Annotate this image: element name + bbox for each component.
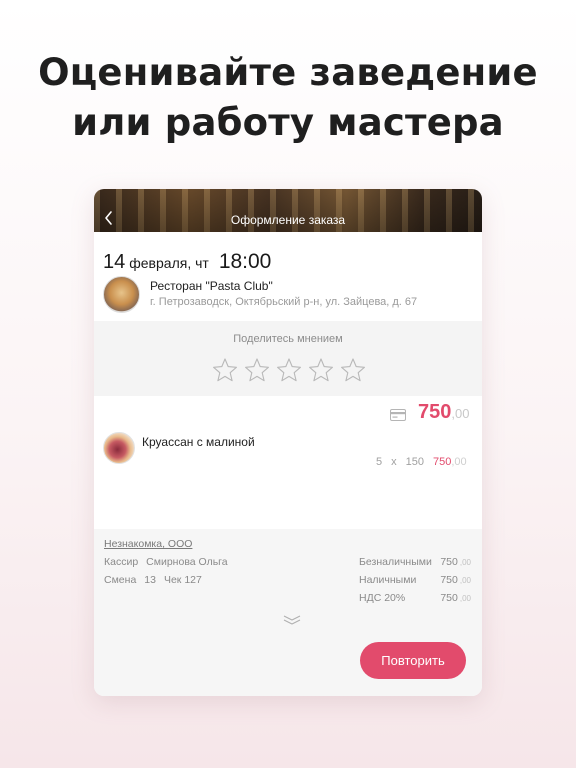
rating-label: Поделитесь мнением: [233, 333, 343, 345]
restaurant-name: Ресторан "Pasta Club": [150, 279, 273, 293]
sum-label: Безналичными: [359, 556, 432, 568]
order-time: 18:00: [218, 250, 272, 273]
sum-row-cashless: Безналичными 750,00: [359, 556, 471, 574]
headline-line-2: или работу мастера: [72, 101, 504, 144]
sum-amount: 750: [440, 574, 458, 586]
cashier-info: Кассир Смирнова Ольга: [104, 556, 236, 568]
rating-section: Поделитесь мнением: [94, 321, 482, 396]
headline-line-1: Оценивайте заведение: [38, 51, 538, 94]
sum-decimal: ,00: [459, 576, 471, 585]
header-title: Оформление заказа: [230, 213, 346, 227]
item-name: Круассан с малиной: [142, 435, 255, 449]
restaurant-address: г. Петрозаводск, Октябрьский р-н, ул. За…: [150, 296, 418, 308]
star-icon[interactable]: [244, 357, 270, 383]
card-icon: [390, 408, 406, 421]
item-times: x: [391, 456, 397, 468]
sum-value: 750,00: [440, 556, 471, 568]
company-link[interactable]: Незнакомка, ООО: [104, 538, 192, 550]
sum-value: 750,00: [440, 574, 471, 586]
order-day: 14: [103, 251, 126, 273]
order-datetime: 14 февраля, чт 18:00: [103, 250, 271, 274]
star-icon[interactable]: [340, 357, 366, 383]
repeat-button[interactable]: Повторить: [360, 642, 466, 679]
sum-label: Наличными: [359, 574, 417, 586]
check-label: Чек 127: [163, 574, 202, 586]
shift-info: Смена 13 Чек 127: [104, 574, 210, 586]
order-total: 750,00: [418, 401, 469, 424]
item-qty: 5: [376, 456, 383, 468]
shift-number: 13: [144, 574, 156, 586]
double-chevron-down-icon[interactable]: [282, 613, 302, 625]
sum-row-cash: Наличными 750,00: [359, 574, 471, 592]
order-month-weekday: февраля, чт: [129, 255, 209, 271]
item-calculation: 5 x 150 750,00: [376, 456, 476, 468]
shift-label: Смена: [104, 574, 137, 586]
sum-decimal: ,00: [459, 594, 471, 603]
sum-label: НДС 20%: [359, 592, 406, 604]
item-sum-decimal: ,00: [451, 456, 467, 468]
cashier-label: Кассир: [104, 556, 139, 568]
sum-amount: 750: [440, 556, 458, 568]
sum-row-vat: НДС 20% 750,00: [359, 592, 471, 610]
total-amount: 750: [418, 401, 452, 423]
total-decimal: ,00: [451, 406, 470, 421]
star-icon[interactable]: [308, 357, 334, 383]
item-price: 150: [405, 456, 424, 468]
sum-value: 750,00: [440, 592, 471, 604]
cashier-name: Смирнова Ольга: [146, 556, 228, 568]
receipt-section: Незнакомка, ООО Кассир Смирнова Ольга Сме…: [94, 529, 482, 696]
order-card: Оформление заказа 14 февраля, чт 18:00 Рес…: [94, 189, 482, 696]
payment-sums: Безналичными 750,00 Наличными 750,00 НДС…: [359, 556, 471, 610]
star-icon[interactable]: [276, 357, 302, 383]
restaurant-avatar: [103, 276, 140, 313]
headline: Оценивайте заведение или работу мастера: [0, 48, 576, 148]
item-image: [103, 432, 135, 464]
item-sum: 750: [432, 456, 452, 468]
sum-decimal: ,00: [459, 558, 471, 567]
sum-amount: 750: [440, 592, 458, 604]
star-icon[interactable]: [212, 357, 238, 383]
rating-stars: [212, 357, 366, 383]
